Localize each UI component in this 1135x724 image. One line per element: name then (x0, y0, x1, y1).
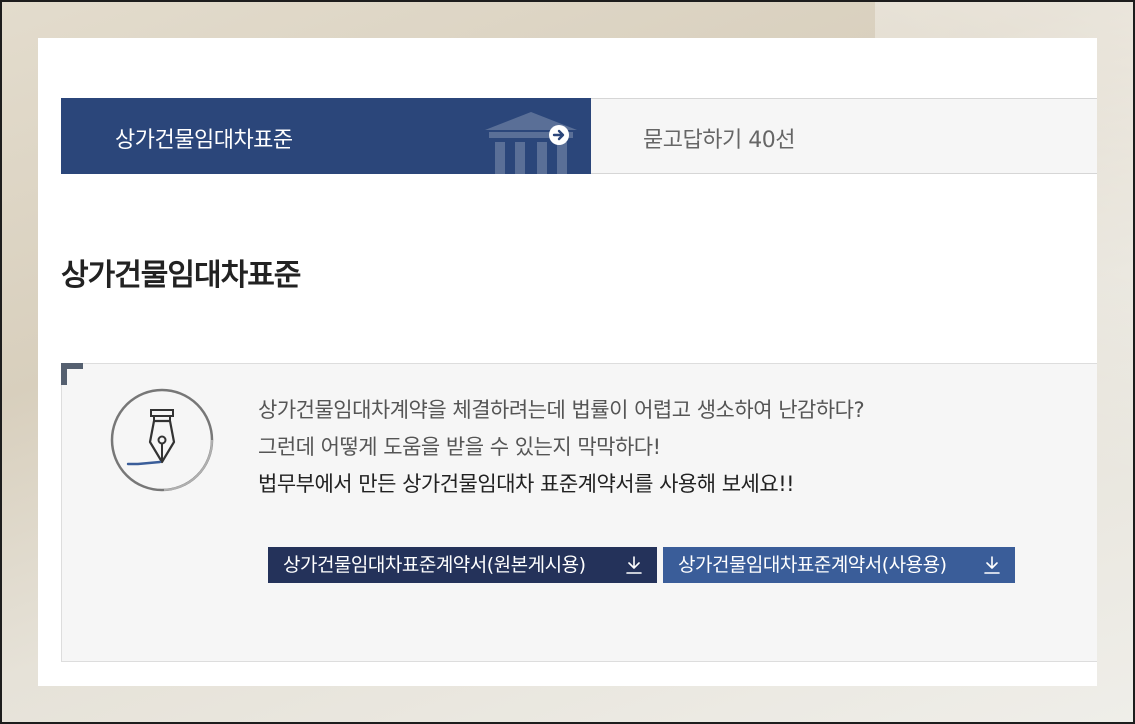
download-icon (626, 556, 642, 574)
tab-bar: 상가건물임대차표준 묻고답하기 40선 (61, 98, 1097, 174)
corner-decoration (61, 363, 83, 385)
tab-standard-contract[interactable]: 상가건물임대차표준 (61, 98, 591, 174)
download-icon (984, 556, 1000, 574)
info-box: 상가건물임대차계약을 체결하려는데 법률이 어렵고 생소하여 난감하다? 그런데… (61, 363, 1097, 662)
download-original-button[interactable]: 상가건물임대차표준계약서(원본게시용) (268, 547, 657, 583)
button-label: 상가건물임대차표준계약서(원본게시용) (283, 554, 586, 576)
intro-text: 상가건물임대차계약을 체결하려는데 법률이 어렵고 생소하여 난감하다? 그런데… (258, 392, 865, 503)
page-title: 상가건물임대차표준 (61, 258, 301, 293)
tab-qna-40[interactable]: 묻고답하기 40선 (591, 99, 1097, 173)
download-use-button[interactable]: 상가건물임대차표준계약서(사용용) (663, 547, 1015, 583)
content-panel: 상가건물임대차표준 묻고답하기 40선 상가건물임대차표준 상가건물임대차계약을… (38, 38, 1097, 686)
fountain-pen-icon (110, 388, 214, 492)
button-label: 상가건물임대차표준계약서(사용용) (678, 554, 947, 576)
intro-line: 상가건물임대차계약을 체결하려는데 법률이 어렵고 생소하여 난감하다? (258, 398, 865, 422)
tab-label: 묻고답하기 40선 (643, 128, 795, 153)
intro-line: 법무부에서 만든 상가건물임대차 표준계약서를 사용해 보세요!! (258, 472, 795, 496)
arrow-right-circle-icon (549, 125, 569, 145)
intro-line: 그런데 어떻게 도움을 받을 수 있는지 막막하다! (258, 435, 661, 459)
tab-label: 상가건물임대차표준 (115, 128, 293, 153)
